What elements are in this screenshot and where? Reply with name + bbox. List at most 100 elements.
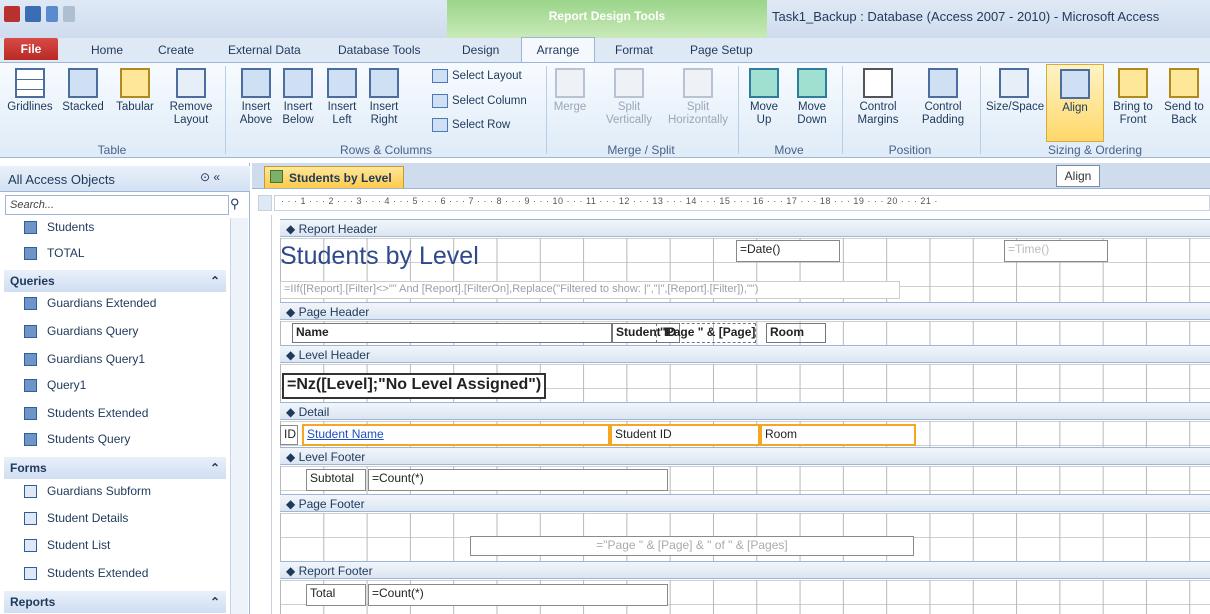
separator	[738, 66, 739, 154]
nav-query-item[interactable]: Students Query	[24, 432, 130, 446]
subtotal-count-control[interactable]: =Count(*)	[368, 469, 668, 491]
nav-form-item[interactable]: Student List	[24, 538, 110, 552]
id-control[interactable]: ID	[280, 425, 298, 445]
nav-query-item[interactable]: Query1	[24, 378, 86, 392]
insert-above-button[interactable]: Insert Above	[236, 68, 276, 127]
tab-external-data[interactable]: External Data	[228, 40, 301, 62]
control-margins-button[interactable]: Control Margins	[848, 68, 908, 127]
remove-layout-button[interactable]: Remove Layout	[162, 68, 220, 127]
subtotal-label[interactable]: Subtotal	[306, 469, 366, 491]
nav-section-queries[interactable]: Queries ⌃	[4, 270, 226, 292]
select-row-icon	[432, 118, 448, 132]
band-level-header[interactable]: ◆ Level Header	[280, 345, 1210, 363]
ruler-corner[interactable]	[258, 195, 272, 211]
send-to-back-button[interactable]: Send to Back	[1160, 68, 1208, 127]
nav-query-item[interactable]: Students Extended	[24, 406, 148, 420]
insert-left-button[interactable]: Insert Left	[322, 68, 362, 127]
query-icon	[24, 406, 37, 420]
select-column-button[interactable]: Select Column	[432, 94, 527, 108]
separator	[980, 66, 981, 154]
group-label-move: Move	[774, 143, 804, 157]
nav-form-item[interactable]: Students Extended	[24, 566, 148, 580]
tab-create[interactable]: Create	[158, 40, 194, 62]
quick-access-toolbar	[4, 6, 75, 22]
select-layout-button[interactable]: Select Layout	[432, 69, 522, 83]
tab-arrange[interactable]: Arrange	[521, 37, 595, 63]
band-level-footer[interactable]: ◆ Level Footer	[280, 447, 1210, 465]
group-label-merge-split: Merge / Split	[607, 143, 675, 157]
collapse-icon: ⌃	[209, 461, 220, 475]
filter-expression-control[interactable]: =IIf([Report].[Filter]<>"" And [Report].…	[280, 281, 900, 299]
undo-icon[interactable]	[46, 6, 58, 22]
band-detail[interactable]: ◆ Detail	[280, 402, 1210, 420]
insert-below-button[interactable]: Insert Below	[278, 68, 318, 127]
form-icon	[24, 484, 37, 498]
group-label-table: Table	[97, 143, 127, 157]
form-icon	[24, 511, 37, 525]
tab-design[interactable]: Design	[462, 40, 499, 62]
move-up-button[interactable]: Move Up	[744, 68, 784, 127]
band-report-header[interactable]: ◆ Report Header	[280, 219, 1210, 237]
document-tab[interactable]: Students by Level	[264, 166, 404, 188]
query-icon	[24, 296, 37, 310]
nav-menu-chevron-icon[interactable]: ⊙ «	[200, 170, 220, 184]
nav-form-item[interactable]: Student Details	[24, 511, 128, 525]
page-header-name-label[interactable]: Name	[292, 323, 612, 343]
redo-icon[interactable]	[63, 6, 75, 22]
bring-to-front-button[interactable]: Bring to Front	[1108, 68, 1158, 127]
tab-file[interactable]: File	[4, 38, 58, 60]
student-id-control[interactable]: Student ID	[610, 424, 760, 446]
query-icon	[24, 378, 37, 392]
search-input[interactable]: Search...	[5, 195, 229, 215]
nav-section-reports[interactable]: Reports ⌃	[4, 591, 226, 613]
nav-query-item[interactable]: Guardians Query1	[24, 352, 145, 366]
date-control[interactable]: =Date()	[736, 240, 840, 262]
total-label[interactable]: Total	[306, 584, 366, 606]
vertical-ruler	[258, 215, 272, 614]
page-footer-expression-control[interactable]: ="Page " & [Page] & " of " & [Pages]	[470, 536, 914, 556]
tabular-button[interactable]: Tabular	[110, 68, 160, 114]
contextual-tab-title: Report Design Tools	[548, 9, 666, 23]
nav-form-item[interactable]: Guardians Subform	[24, 484, 151, 498]
query-icon	[24, 352, 37, 366]
page-header-room-label[interactable]: Room	[766, 323, 826, 343]
save-icon[interactable]	[25, 6, 41, 22]
insert-right-button[interactable]: Insert Right	[364, 68, 404, 127]
split-horizontally-button[interactable]: Split Horizontally	[664, 68, 732, 127]
nav-query-item[interactable]: Guardians Query	[24, 324, 138, 338]
time-control[interactable]: =Time()	[1004, 240, 1108, 262]
tab-format[interactable]: Format	[615, 40, 653, 62]
control-padding-button[interactable]: Control Padding	[912, 68, 974, 127]
group-label-sizing-ordering: Sizing & Ordering	[1047, 143, 1143, 157]
student-name-control[interactable]: Student Name	[302, 424, 610, 446]
nav-title[interactable]: All Access Objects	[8, 172, 115, 187]
tab-home[interactable]: Home	[91, 40, 123, 62]
nav-table-students[interactable]: Students	[24, 220, 94, 234]
split-vertically-button[interactable]: Split Vertically	[596, 68, 662, 127]
band-page-header[interactable]: ◆ Page Header	[280, 302, 1210, 320]
band-page-footer[interactable]: ◆ Page Footer	[280, 494, 1210, 512]
size-space-button[interactable]: Size/Space	[986, 68, 1044, 114]
tab-page-setup[interactable]: Page Setup	[690, 40, 753, 62]
room-control[interactable]: Room	[760, 424, 916, 446]
nav-query-item[interactable]: Guardians Extended	[24, 296, 156, 310]
band-report-footer[interactable]: ◆ Report Footer	[280, 561, 1210, 579]
query-icon	[24, 324, 37, 338]
page-number-control[interactable]: "Page " & [Page]	[656, 323, 756, 343]
nav-scrollbar[interactable]	[230, 218, 248, 614]
align-button[interactable]: Align	[1046, 64, 1104, 142]
stacked-button[interactable]: Stacked	[58, 68, 108, 114]
access-logo-icon[interactable]	[4, 6, 20, 22]
total-count-control[interactable]: =Count(*)	[368, 584, 668, 606]
report-title[interactable]: Students by Level	[280, 242, 479, 271]
nav-table-total[interactable]: TOTAL	[24, 246, 85, 260]
gridlines-button[interactable]: Gridlines	[4, 68, 56, 114]
level-expression-control[interactable]: =Nz([Level];"No Level Assigned")	[282, 373, 546, 399]
select-row-button[interactable]: Select Row	[432, 118, 510, 132]
move-down-button[interactable]: Move Down	[792, 68, 832, 127]
horizontal-ruler: · · · 1 · · · 2 · · · 3 · · · 4 · · · 5 …	[274, 195, 1210, 211]
tab-database-tools[interactable]: Database Tools	[338, 40, 421, 62]
merge-button[interactable]: Merge	[550, 68, 590, 114]
search-icon[interactable]: ⚲	[230, 196, 240, 212]
nav-section-forms[interactable]: Forms ⌃	[4, 457, 226, 479]
